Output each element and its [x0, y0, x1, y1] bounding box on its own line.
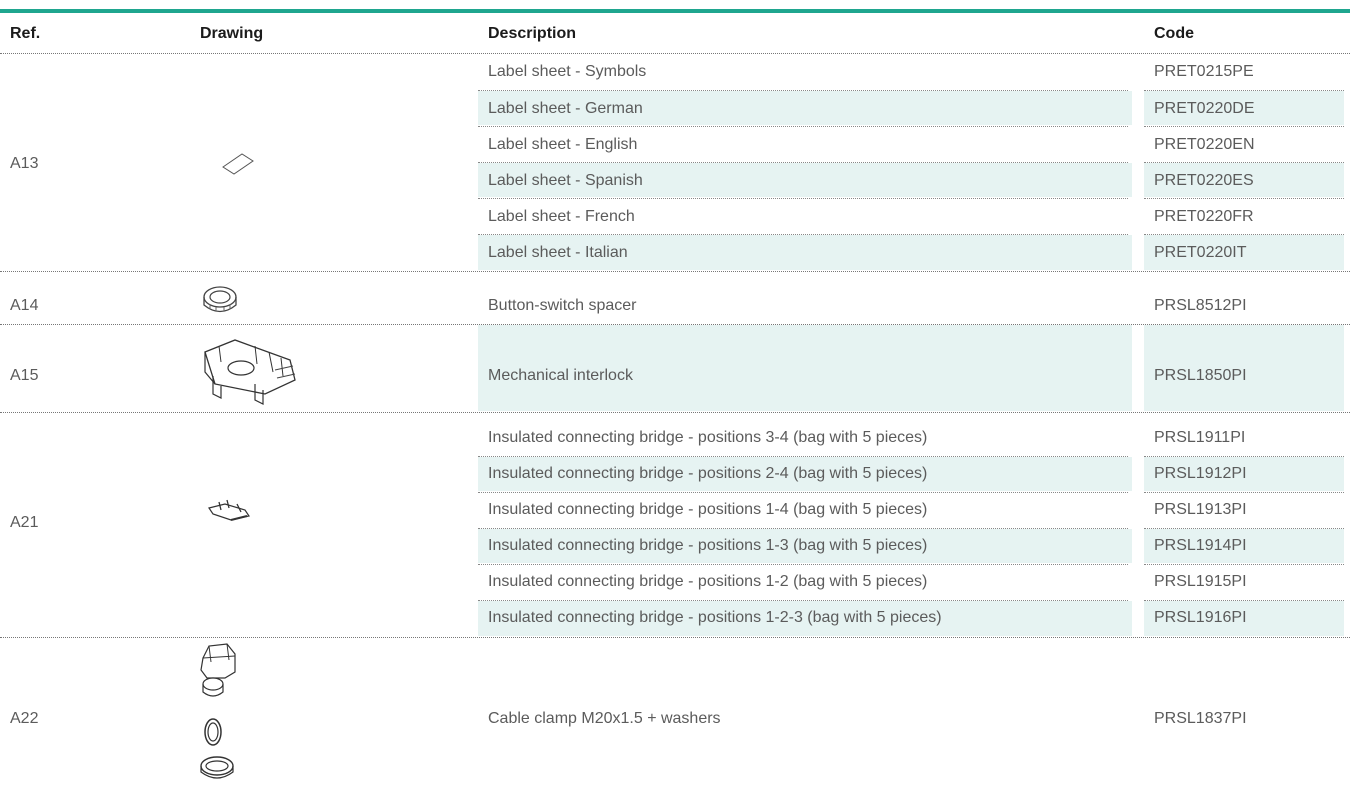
row-divider: [1144, 126, 1344, 127]
row-code: PRET0220ES: [1154, 172, 1254, 189]
button-switch-spacer-icon: [203, 286, 237, 313]
row-code: PRSL1912PI: [1154, 465, 1247, 482]
row-description: Insulated connecting bridge - positions …: [488, 429, 928, 446]
ref-a22: A22: [10, 710, 39, 727]
row-description: Insulated connecting bridge - positions …: [488, 501, 928, 518]
row-divider: [478, 492, 1128, 493]
row-code: PRSL1915PI: [1154, 573, 1247, 590]
header-description: Description: [488, 25, 577, 42]
row-code: PRET0220FR: [1154, 208, 1254, 225]
row-description: Cable clamp M20x1.5 + washers: [488, 710, 721, 727]
row-code: PRET0215PE: [1154, 63, 1254, 80]
connecting-bridge-icon: [208, 499, 250, 521]
header-code: Code: [1154, 25, 1194, 42]
group-divider: [0, 412, 1350, 413]
row-code: PRSL1850PI: [1154, 367, 1247, 384]
row-divider: [1144, 492, 1344, 493]
ref-a21: A21: [10, 514, 39, 531]
row-description: Insulated connecting bridge - positions …: [488, 537, 928, 554]
header-divider: [0, 53, 1350, 54]
row-description: Label sheet - English: [488, 136, 638, 153]
row-divider: [478, 198, 1128, 199]
row-description: Insulated connecting bridge - positions …: [488, 609, 942, 626]
row-divider: [478, 564, 1128, 565]
row-code: PRSL8512PI: [1154, 297, 1247, 314]
row-code: PRSL1916PI: [1154, 609, 1247, 626]
row-description: Label sheet - German: [488, 100, 643, 117]
row-code: PRET0220DE: [1154, 100, 1255, 117]
row-description: Insulated connecting bridge - positions …: [488, 465, 928, 482]
row-description: Label sheet - Symbols: [488, 63, 647, 80]
ref-a15: A15: [10, 367, 39, 384]
row-code: PRSL1913PI: [1154, 501, 1247, 518]
label-sheet-icon: [222, 153, 254, 175]
ref-a14: A14: [10, 297, 39, 314]
row-code: PRSL1837PI: [1154, 710, 1247, 727]
row-description: Label sheet - French: [488, 208, 635, 225]
row-divider: [478, 126, 1128, 127]
table-header: Ref. Drawing Description Code: [0, 13, 1350, 53]
row-code: PRSL1914PI: [1154, 537, 1247, 554]
row-description: Label sheet - Italian: [488, 244, 628, 261]
mechanical-interlock-icon: [204, 339, 296, 405]
header-ref: Ref.: [10, 25, 41, 42]
row-divider: [1144, 564, 1344, 565]
header-drawing: Drawing: [200, 25, 264, 42]
row-code: PRET0220IT: [1154, 244, 1247, 261]
group-divider: [0, 637, 1350, 638]
row-code: PRSL1911PI: [1154, 429, 1246, 446]
cable-clamp-icon: [200, 643, 236, 779]
row-description: Mechanical interlock: [488, 367, 633, 384]
row-code: PRET0220EN: [1154, 136, 1255, 153]
ref-a13: A13: [10, 155, 39, 172]
group-divider: [0, 271, 1350, 272]
row-divider: [1144, 198, 1344, 199]
row-description: Label sheet - Spanish: [488, 172, 643, 189]
row-description: Button-switch spacer: [488, 297, 637, 314]
row-description: Insulated connecting bridge - positions …: [488, 573, 928, 590]
